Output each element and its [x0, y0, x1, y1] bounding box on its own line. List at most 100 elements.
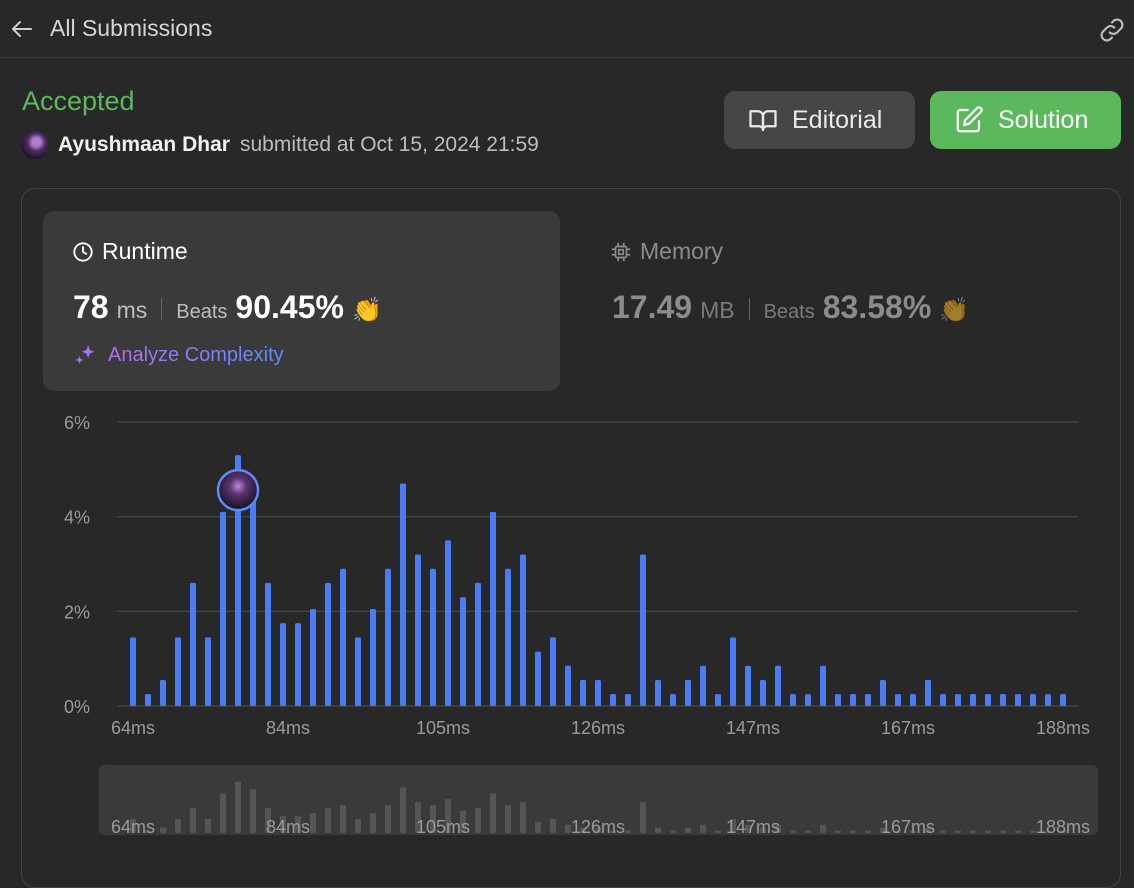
chart-bar[interactable] — [880, 679, 886, 706]
chart-bar[interactable] — [775, 665, 781, 706]
analyze-complexity-label: Analyze Complexity — [108, 343, 284, 366]
chart-bar[interactable] — [865, 694, 871, 706]
chart-bar[interactable] — [475, 582, 481, 706]
chart-bar[interactable] — [175, 637, 181, 706]
chart-bar[interactable] — [655, 679, 661, 706]
chart-bar[interactable] — [955, 694, 961, 706]
chart-bar[interactable] — [580, 679, 586, 706]
chart-bar[interactable] — [370, 608, 376, 706]
chart-bar[interactable] — [700, 665, 706, 706]
chart-bar[interactable] — [460, 597, 466, 706]
chart-bar[interactable] — [490, 511, 496, 706]
minimap-bar — [220, 793, 226, 833]
chart-bar[interactable] — [670, 694, 676, 706]
runtime-beats-label: Beats — [176, 301, 228, 323]
chart-bar[interactable] — [145, 694, 151, 706]
minimap-bar — [550, 818, 556, 833]
runtime-distribution-chart[interactable]: 0% 2% 4% 6% 64ms 84ms 105ms 126ms 147ms 167ms 188m… — [0, 400, 1134, 745]
chart-bar[interactable] — [385, 568, 391, 706]
arrow-left-icon[interactable] — [10, 17, 34, 41]
chart-bar[interactable] — [505, 568, 511, 706]
solution-button[interactable]: Solution — [930, 91, 1121, 149]
chart-bar[interactable] — [400, 483, 406, 706]
chart-bar[interactable] — [685, 679, 691, 706]
minimap-bar — [655, 827, 661, 833]
chart-bar[interactable] — [1015, 694, 1021, 706]
chart-bar[interactable] — [325, 582, 331, 706]
editorial-button[interactable]: Editorial — [724, 91, 915, 149]
chart-bar[interactable] — [265, 582, 271, 706]
memory-beats-percent: 83.58% — [822, 289, 932, 325]
runtime-title[interactable]: Runtime — [72, 238, 188, 265]
analyze-complexity-button[interactable]: Analyze Complexity — [73, 342, 284, 368]
chart-bar[interactable] — [1030, 694, 1036, 706]
chart-bar[interactable] — [205, 637, 211, 706]
minimap-bar — [175, 818, 181, 833]
chart-bar[interactable] — [595, 679, 601, 706]
chart-bar[interactable] — [715, 694, 721, 706]
chart-bar[interactable] — [520, 554, 526, 706]
chart-bar[interactable] — [250, 493, 256, 706]
chart-bar[interactable] — [220, 511, 226, 706]
chart-bar[interactable] — [895, 694, 901, 706]
chart-bar[interactable] — [610, 694, 616, 706]
chart-bar[interactable] — [550, 637, 556, 706]
chart-bar[interactable] — [970, 694, 976, 706]
memory-beats-label: Beats — [763, 301, 815, 323]
chart-bar[interactable] — [940, 694, 946, 706]
author-name[interactable]: Ayushmaan Dhar — [58, 133, 230, 157]
minimap-bar — [535, 821, 541, 833]
chart-bar[interactable] — [535, 651, 541, 706]
chart-bar[interactable] — [160, 679, 166, 706]
memory-title[interactable]: Memory — [610, 238, 723, 265]
book-icon — [749, 110, 777, 132]
y-tick-label: 2% — [64, 602, 90, 622]
page-title: All Submissions — [50, 15, 213, 41]
minimap-tick-label: 147ms — [726, 817, 780, 835]
chart-bar[interactable] — [790, 694, 796, 706]
minimap-bar — [235, 781, 241, 833]
chart-bar[interactable] — [1060, 694, 1066, 706]
chart-range-minimap[interactable]: 64ms 84ms 105ms 126ms 147ms 167ms 188ms — [99, 765, 1098, 835]
chart-bar[interactable] — [355, 637, 361, 706]
minimap-bar — [475, 807, 481, 833]
divider — [161, 298, 163, 320]
chart-bar[interactable] — [415, 554, 421, 706]
chart-bar[interactable] — [760, 679, 766, 706]
chart-bar[interactable] — [805, 694, 811, 706]
chart-bar[interactable] — [850, 694, 856, 706]
chart-bar[interactable] — [745, 665, 751, 706]
chart-bar[interactable] — [190, 582, 196, 706]
runtime-beats-percent: 90.45% — [235, 289, 344, 325]
minimap-tick-label: 64ms — [111, 817, 155, 835]
chart-bar[interactable] — [565, 665, 571, 706]
chart-bar[interactable] — [1045, 694, 1051, 706]
editorial-label: Editorial — [792, 105, 883, 134]
avatar[interactable] — [21, 131, 49, 159]
minimap-bar — [1015, 830, 1021, 833]
top-bar: All Submissions — [0, 0, 1134, 58]
chart-bar[interactable] — [430, 568, 436, 706]
chart-bar[interactable] — [295, 623, 301, 706]
chart-bar[interactable] — [445, 540, 451, 706]
link-icon[interactable] — [1097, 16, 1127, 44]
chart-bar[interactable] — [730, 637, 736, 706]
chart-bar[interactable] — [625, 694, 631, 706]
my-submission-marker[interactable] — [216, 468, 260, 512]
minimap-bar — [685, 827, 691, 833]
chart-bar[interactable] — [310, 608, 316, 706]
chart-bar[interactable] — [910, 694, 916, 706]
chart-bar[interactable] — [985, 694, 991, 706]
chart-bar[interactable] — [130, 637, 136, 706]
chart-bar[interactable] — [1000, 694, 1006, 706]
chart-bar[interactable] — [835, 694, 841, 706]
chart-bar[interactable] — [820, 665, 826, 706]
chart-bar[interactable] — [280, 623, 286, 706]
clock-icon — [73, 241, 93, 262]
chart-bar[interactable] — [340, 568, 346, 706]
sparkles-icon — [75, 345, 95, 364]
chart-bar[interactable] — [640, 554, 646, 706]
minimap-bar — [820, 824, 826, 833]
x-tick-label: 64ms — [111, 718, 155, 738]
chart-bar[interactable] — [925, 679, 931, 706]
